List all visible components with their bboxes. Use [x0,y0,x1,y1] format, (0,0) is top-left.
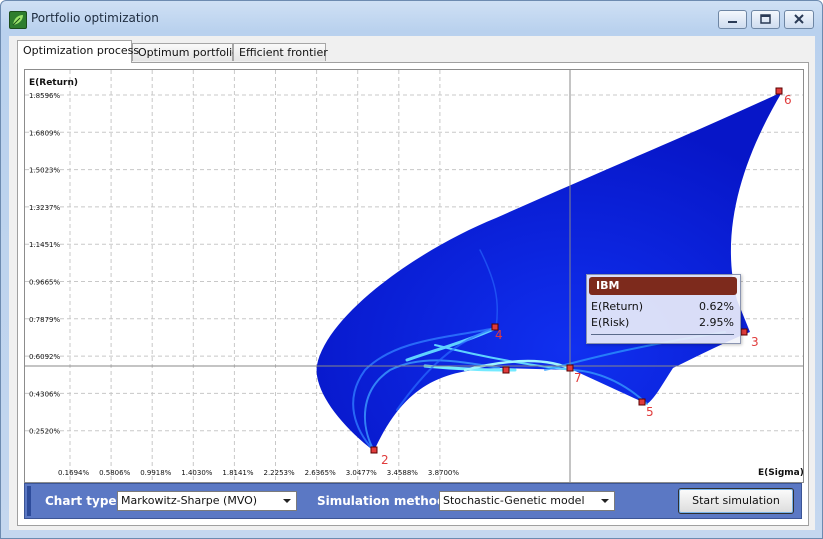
asset-label-2: 2 [381,453,389,467]
maximize-button[interactable] [751,10,780,29]
tooltip-return-value: 0.62% [699,300,734,313]
asset-label-4: 4 [495,328,503,342]
x-tick-label: 1.8141% [222,469,253,477]
chevron-down-icon [601,499,609,503]
tooltip-risk-label: E(Risk) [591,316,630,329]
close-button[interactable] [784,10,814,29]
tooltip-return-row: E(Return) 0.62% [591,300,734,314]
tooltip-return-label: E(Return) [591,300,644,313]
x-axis-ticks: 0.1694% 0.5806% 0.9918% 1.4030% 1.8141% 2.225… [58,469,459,477]
asset-marker-3[interactable] [740,328,748,336]
optimization-chart[interactable]: 1.8596% 1.6809% 1.5023% 1.3237% 1.1451% 0.966… [24,69,804,483]
asset-label-7: 7 [574,371,582,385]
y-tick-label: 1.3237% [29,204,60,212]
tooltip-risk-value: 2.95% [699,316,734,329]
y-tick-label: 0.2520% [29,428,60,436]
portfolio-cloud [316,92,782,451]
tab-efficient-frontier[interactable]: Efficient frontier [233,43,328,61]
y-tick-label: 1.8596% [29,92,60,100]
x-tick-label: 0.5806% [99,469,130,477]
y-tick-label: 0.7879% [29,316,60,324]
y-axis-title: E(Return) [29,78,78,88]
tab-optimum-portfolios[interactable]: Optimum portfolios [132,43,245,61]
asset-label-3: 3 [751,335,759,349]
simulation-method-select[interactable]: Stochastic-Genetic model [439,491,615,511]
x-tick-label: 3.8700% [428,469,459,477]
y-tick-label: 1.5023% [29,167,60,175]
chart-type-select[interactable]: Markowitz-Sharpe (MVO) [117,491,297,511]
x-tick-label: 0.1694% [58,469,89,477]
toolbar-grip [27,486,31,516]
tooltip-risk-row: E(Risk) 2.95% [591,316,734,330]
chart-type-value: Markowitz-Sharpe (MVO) [121,494,258,507]
client-area: Optimization process Optimum portfolios … [9,36,815,530]
asset-marker-6[interactable] [775,87,783,95]
x-tick-label: 2.2253% [264,469,295,477]
window-title: Portfolio optimization [31,11,159,25]
asset-marker-2[interactable] [370,446,378,454]
tab-optimization-process[interactable]: Optimization process [17,40,139,63]
tooltip-divider [591,334,734,335]
x-tick-label: 3.0477% [346,469,377,477]
y-tick-label: 1.6809% [29,129,60,137]
simulation-method-value: Stochastic-Genetic model [443,494,585,507]
y-tick-label: 0.4306% [29,390,60,398]
tooltip-asset-name: IBM [589,277,737,295]
app-window: Portfolio optimization Optimization proc… [0,0,823,539]
chart-type-label: Chart type: [45,494,122,508]
bottom-toolbar: Chart type: Markowitz-Sharpe (MVO) Simul… [24,483,802,519]
y-axis-ticks: 1.8596% 1.6809% 1.5023% 1.3237% 1.1451% 0.966… [29,92,60,436]
chevron-down-icon [283,499,291,503]
asset-marker-5[interactable] [638,398,646,406]
minimize-icon [728,21,737,23]
simulation-method-label: Simulation method: [317,494,451,508]
asset-tooltip: IBM E(Return) 0.62% E(Risk) 2.95% [586,274,741,344]
y-tick-label: 0.6092% [29,353,60,361]
maximize-icon [760,14,771,24]
asset-label-6: 6 [784,93,792,107]
x-tick-label: 1.4030% [181,469,212,477]
x-tick-label: 3.4588% [387,469,418,477]
close-icon [794,14,804,24]
x-tick-label: 0.9918% [140,469,171,477]
start-simulation-button[interactable]: Start simulation [678,488,794,514]
minimize-button[interactable] [718,10,747,29]
asset-label-5: 5 [646,405,654,419]
y-tick-label: 0.9665% [29,279,60,287]
asset-marker-7[interactable] [566,364,574,372]
x-tick-label: 2.6365% [305,469,336,477]
y-tick-label: 1.1451% [29,241,60,249]
title-bar[interactable]: Portfolio optimization [1,1,822,35]
leaf-icon [9,11,27,29]
tab-panel: 1.8596% 1.6809% 1.5023% 1.3237% 1.1451% 0.966… [17,62,809,526]
portfolio-marker[interactable] [502,366,510,374]
x-axis-title: E(Sigma) [758,468,803,478]
